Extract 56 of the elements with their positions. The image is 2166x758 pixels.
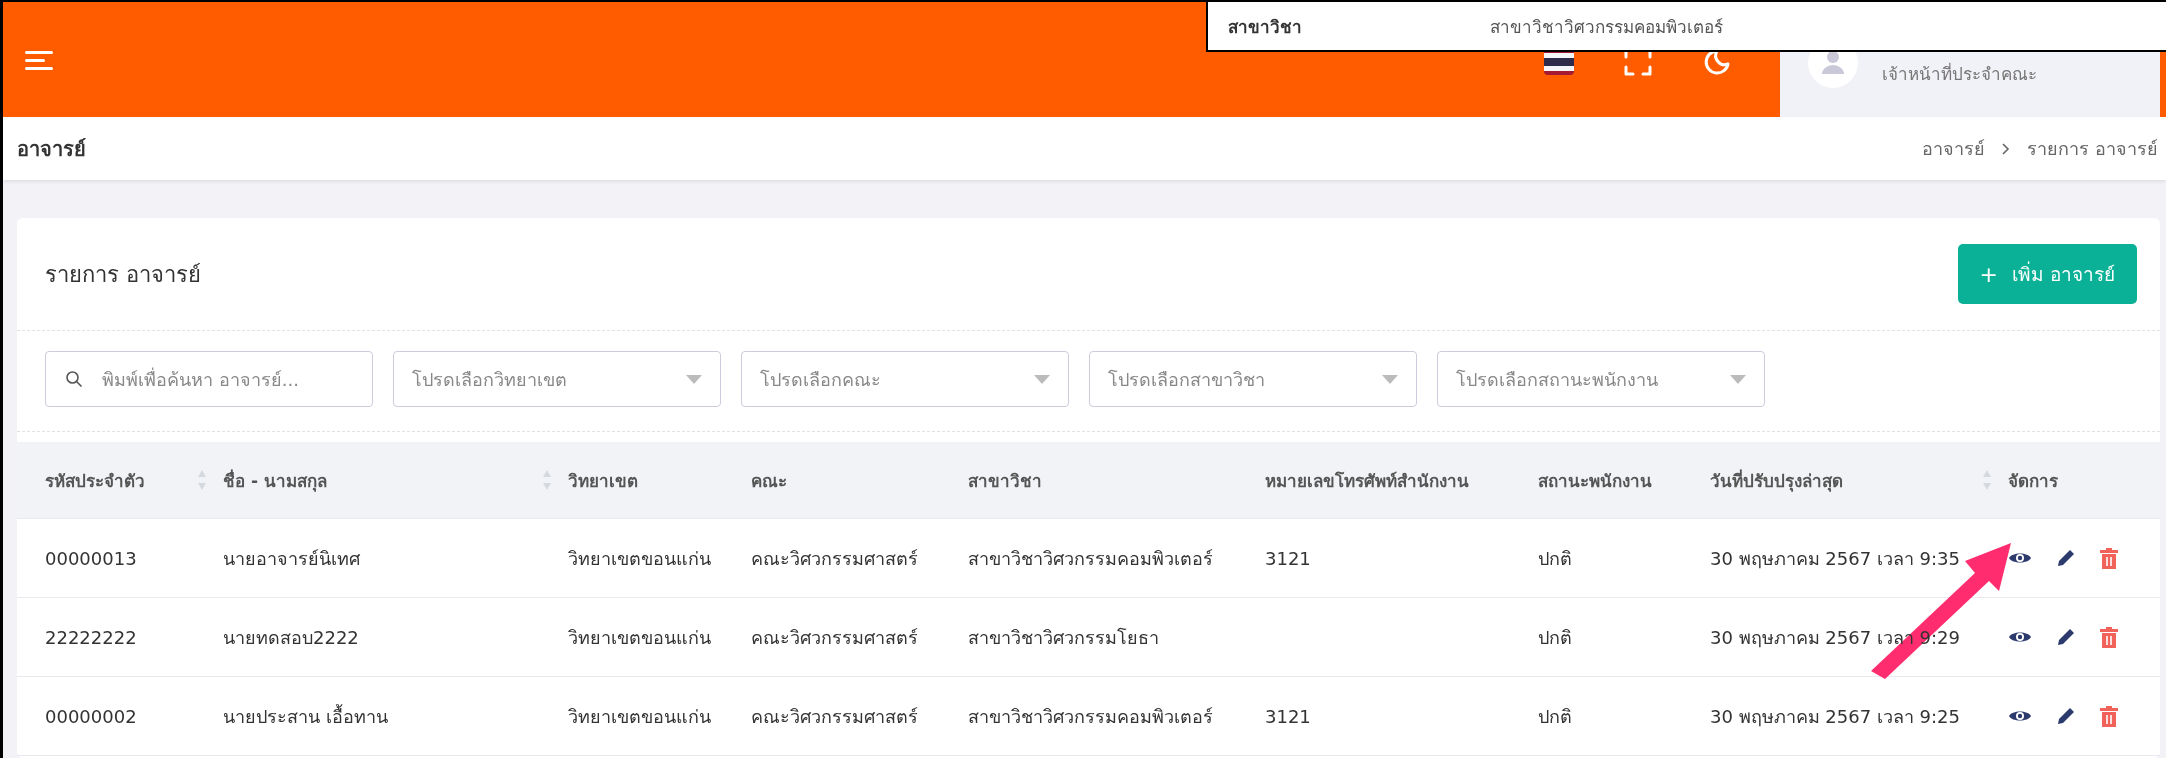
trash-icon[interactable] bbox=[2100, 626, 2118, 648]
table-cell: วิทยาเขตขอนแก่น bbox=[568, 626, 711, 648]
table-cell: 30 พฤษภาคม 2567 เวลา 9:35 bbox=[1710, 547, 1961, 569]
table-cell: 22222222 bbox=[45, 626, 137, 648]
search-field[interactable]: พิมพ์เพื่อค้นหา อาจารย์... bbox=[45, 351, 373, 407]
table-cell: สาขาวิชาวิศวกรรมคอมพิวเตอร์ bbox=[968, 547, 1213, 569]
table-cell: คณะวิศวกรรมศาสตร์ bbox=[751, 547, 918, 569]
table-cell: 00000013 bbox=[45, 547, 137, 569]
table-cell: วิทยาเขตขอนแก่น bbox=[568, 547, 711, 569]
column-header[interactable]: ชื่อ - นามสกุล bbox=[223, 466, 327, 494]
menu-icon[interactable] bbox=[25, 49, 55, 72]
caret-icon bbox=[1382, 374, 1398, 384]
table-cell: คณะวิศวกรรมศาสตร์ bbox=[751, 626, 918, 648]
user-role: เจ้าหน้าที่ประจำคณะ bbox=[1882, 61, 2037, 86]
breadcrumb-item[interactable]: อาจารย์ bbox=[1922, 134, 1986, 163]
page-title: อาจารย์ bbox=[17, 135, 86, 163]
column-header: วิทยาเขต bbox=[568, 469, 638, 493]
caret-icon bbox=[686, 374, 702, 384]
table-cell: ปกติ bbox=[1538, 547, 1572, 569]
add-button[interactable]: + เพิ่ม อาจารย์ bbox=[1957, 244, 2137, 304]
column-header: หมายเลขโทรศัพท์สำนักงาน bbox=[1265, 469, 1469, 493]
table-cell: นายประสาน เอื้อทาน bbox=[223, 705, 388, 727]
table-cell: ปกติ bbox=[1538, 626, 1572, 648]
table-cell: 3121 bbox=[1265, 705, 1311, 727]
table-cell: คณะวิศวกรรมศาสตร์ bbox=[751, 705, 918, 727]
table-cell: สาขาวิชาวิศวกรรมคอมพิวเตอร์ bbox=[968, 705, 1213, 727]
table-cell: 3121 bbox=[1265, 547, 1311, 569]
table-cell: ปกติ bbox=[1538, 705, 1572, 727]
table-cell: นายทดสอบ2222 bbox=[223, 626, 359, 648]
column-header[interactable]: วันที่ปรับปรุงล่าสุด bbox=[1710, 466, 1843, 494]
select-field[interactable]: โปรดเลือกสาขาวิชา bbox=[1089, 351, 1417, 407]
pencil-icon[interactable] bbox=[2056, 627, 2076, 647]
popup-label: สาขาวิชา bbox=[1227, 15, 1303, 39]
pencil-icon[interactable] bbox=[2056, 706, 2076, 726]
caret-icon bbox=[1730, 374, 1746, 384]
table-cell: 00000002 bbox=[45, 705, 137, 727]
table-cell: วิทยาเขตขอนแก่น bbox=[568, 705, 711, 727]
column-header: คณะ bbox=[751, 469, 787, 493]
select-field[interactable]: โปรดเลือกวิทยาเขต bbox=[393, 351, 721, 407]
chevron-icon bbox=[2001, 141, 2012, 156]
pencil-icon[interactable] bbox=[2056, 548, 2076, 568]
popup-value: สาขาวิชาวิศวกรรมคอมพิวเตอร์ bbox=[1490, 15, 1723, 39]
column-header: จัดการ bbox=[2008, 469, 2058, 493]
column-header: สาขาวิชา bbox=[968, 469, 1042, 493]
card-title: รายการ อาจารย์ bbox=[45, 260, 201, 289]
breadcrumb-item: รายการ อาจารย์ bbox=[2027, 137, 2158, 161]
trash-icon[interactable] bbox=[2100, 705, 2118, 727]
table-cell: นายอาจารย์นิเทศ bbox=[223, 547, 360, 569]
table-cell: สาขาวิชาวิศวกรรมโยธา bbox=[968, 626, 1159, 648]
column-header: สถานะพนักงาน bbox=[1538, 469, 1652, 493]
select-field[interactable]: โปรดเลือกสถานะพนักงาน bbox=[1437, 351, 1765, 407]
select-field[interactable]: โปรดเลือกคณะ bbox=[741, 351, 1069, 407]
trash-icon[interactable] bbox=[2100, 547, 2118, 569]
table-cell: 30 พฤษภาคม 2567 เวลา 9:25 bbox=[1710, 705, 1961, 727]
caret-icon bbox=[1034, 374, 1050, 384]
column-header[interactable]: รหัสประจำตัว bbox=[45, 466, 145, 494]
